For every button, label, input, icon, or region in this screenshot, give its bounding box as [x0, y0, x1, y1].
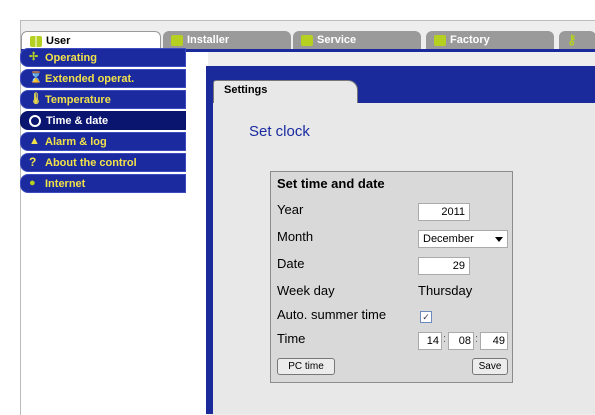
users-icon — [30, 35, 42, 47]
menu-item-label: Operating — [45, 51, 97, 64]
pc-time-button[interactable]: PC time — [277, 358, 335, 375]
month-select[interactable]: December — [418, 230, 508, 248]
year-label: Year — [277, 202, 304, 217]
summer-time-label: Auto. summer time — [277, 307, 387, 322]
menu-item-label: Time & date — [46, 114, 109, 127]
menu-item-label: Alarm & log — [45, 135, 107, 148]
question-icon: ? — [29, 155, 37, 169]
bell-icon: ▲ — [29, 135, 40, 147]
hour-input[interactable]: 14 — [418, 332, 442, 350]
time-separator: : — [475, 333, 479, 345]
tab-service-label: Service — [317, 34, 357, 46]
menu-item-about[interactable]: ? About the control — [20, 153, 186, 172]
key-icon: ⚷ — [567, 32, 577, 47]
weekday-label: Week day — [277, 283, 335, 298]
second-input[interactable]: 49 — [480, 332, 508, 350]
content-panel: Set clock Set time and date Year 2011 Mo… — [213, 103, 595, 414]
save-button[interactable]: Save — [472, 358, 508, 375]
time-date-form: Set time and date Year 2011 Month Decemb… — [270, 171, 513, 383]
tab-service[interactable]: Service — [293, 31, 421, 49]
menu-item-internet[interactable]: ● Internet — [20, 174, 186, 193]
year-input[interactable]: 2011 — [418, 203, 470, 221]
menu-item-label: About the control — [45, 156, 137, 169]
globe-icon: ● — [29, 177, 36, 189]
page-title: Set clock — [249, 123, 310, 140]
hourglass-icon: ⌛ — [29, 72, 43, 84]
date-label: Date — [277, 256, 305, 271]
thermometer-icon: 🌡 — [29, 93, 43, 105]
menu-item-label: Internet — [45, 177, 86, 190]
weekday-value: Thursday — [418, 283, 473, 298]
tab-factory[interactable]: Factory — [426, 31, 554, 49]
month-label: Month — [277, 229, 314, 244]
tab-user-label: User — [46, 35, 71, 47]
tab-installer-label: Installer — [187, 34, 230, 46]
operating-icon: ✢ — [29, 51, 39, 63]
menu-item-alarm-log[interactable]: ▲ Alarm & log — [20, 132, 186, 151]
time-label: Time — [277, 331, 306, 346]
date-input[interactable]: 29 — [418, 257, 470, 275]
menu-item-label: Temperature — [45, 93, 111, 106]
side-menu: ✢ Operating ⌛ Extended operat. 🌡 Tempera… — [20, 48, 186, 195]
tab-installer[interactable]: Installer — [163, 31, 291, 49]
factory-icon — [434, 34, 446, 46]
month-value: December — [423, 233, 474, 245]
minute-input[interactable]: 08 — [448, 332, 474, 350]
menu-item-extended-operat[interactable]: ⌛ Extended operat. — [20, 69, 186, 88]
time-separator: : — [443, 333, 447, 345]
chevron-down-icon — [495, 237, 503, 242]
menu-item-time-date[interactable]: Time & date — [20, 111, 186, 130]
installer-icon — [171, 34, 183, 46]
tab-more[interactable]: ⚷ — [559, 31, 595, 49]
service-icon — [301, 34, 313, 46]
form-title: Set time and date — [277, 176, 385, 191]
summer-time-checkbox[interactable]: ✓ — [420, 311, 432, 323]
menu-item-temperature[interactable]: 🌡 Temperature — [20, 90, 186, 109]
menu-item-operating[interactable]: ✢ Operating — [20, 48, 186, 67]
tab-factory-label: Factory — [450, 34, 490, 46]
clock-icon — [29, 114, 41, 127]
tab-settings[interactable]: Settings — [213, 80, 358, 104]
menu-item-label: Extended operat. — [45, 72, 135, 85]
